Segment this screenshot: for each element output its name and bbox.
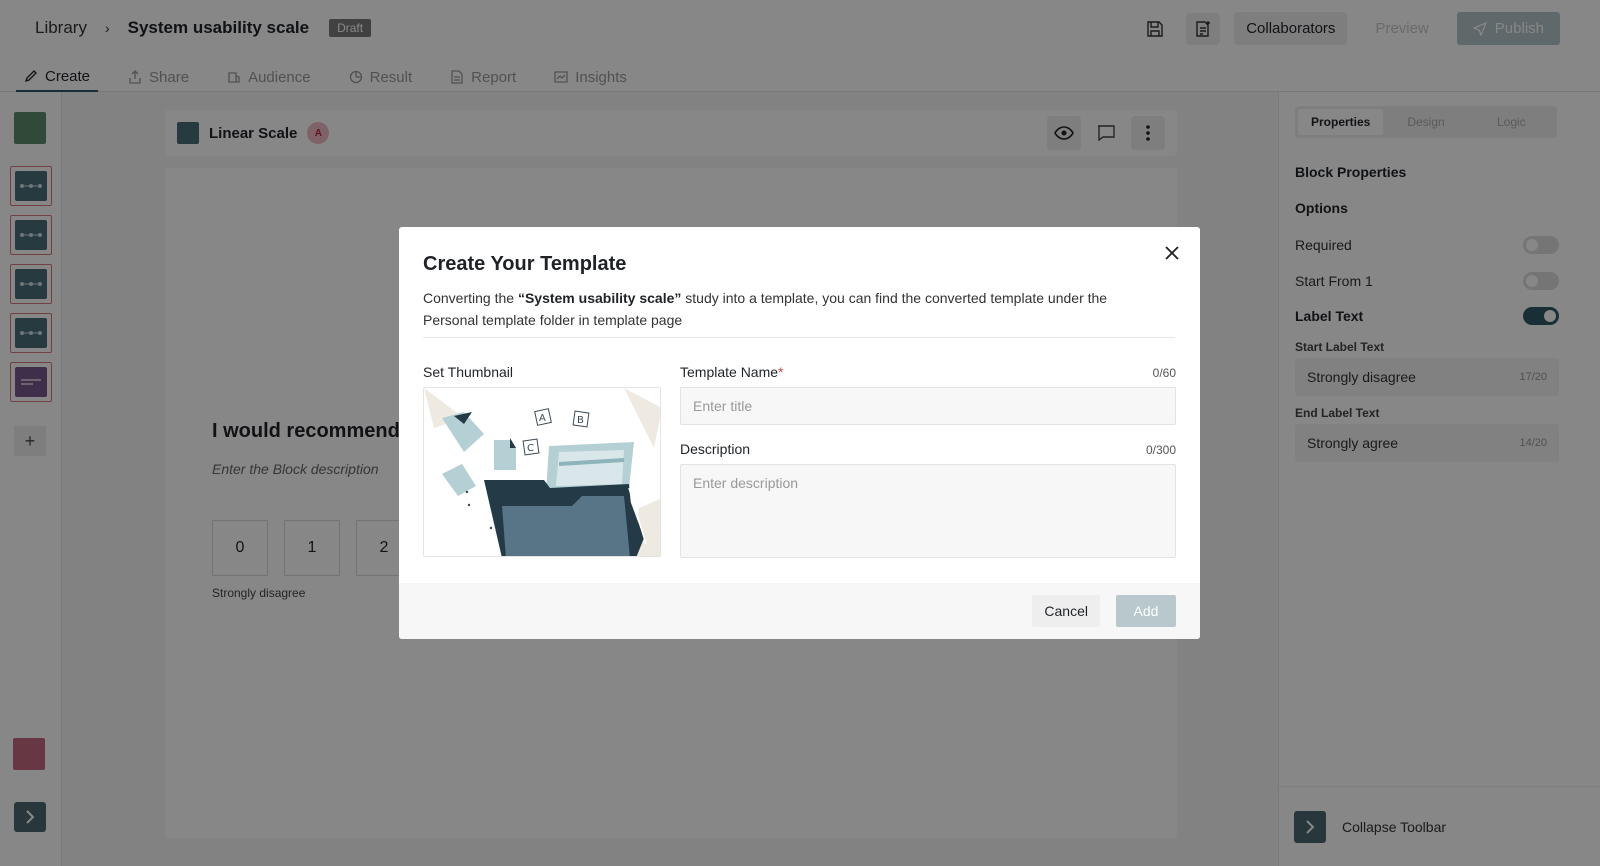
required-asterisk: * bbox=[778, 364, 784, 380]
add-button[interactable]: Add bbox=[1116, 595, 1176, 627]
template-name-count: 0/60 bbox=[1152, 366, 1176, 380]
dialog-title: Create Your Template bbox=[423, 253, 627, 275]
description-count: 0/300 bbox=[1145, 443, 1176, 457]
template-name-text: Template Name bbox=[680, 364, 779, 380]
template-name-label: Template Name* bbox=[680, 364, 784, 380]
close-icon bbox=[1165, 246, 1179, 260]
dialog-description: Converting the “System usability scale” … bbox=[423, 287, 1163, 331]
svg-text:A: A bbox=[539, 413, 546, 424]
template-name-input[interactable]: Enter title bbox=[680, 387, 1176, 425]
thumbnail-picker[interactable]: C A B bbox=[423, 387, 661, 557]
close-button[interactable] bbox=[1160, 241, 1184, 265]
thumbnail-label: Set Thumbnail bbox=[423, 364, 514, 380]
desc-study-name: “System usability scale” bbox=[517, 290, 682, 306]
template-name-placeholder: Enter title bbox=[693, 398, 753, 414]
divider bbox=[423, 337, 1175, 338]
folder-illustration: C A B bbox=[424, 388, 660, 556]
svg-text:B: B bbox=[577, 415, 584, 426]
svg-text:C: C bbox=[527, 443, 534, 454]
desc-prefix: Converting the bbox=[423, 290, 518, 306]
cancel-button[interactable]: Cancel bbox=[1032, 595, 1100, 627]
description-textarea[interactable]: Enter description bbox=[680, 464, 1176, 558]
create-template-dialog: Create Your Template Converting the “Sys… bbox=[399, 227, 1200, 639]
description-placeholder: Enter description bbox=[693, 475, 799, 491]
description-label: Description bbox=[680, 441, 751, 457]
dialog-footer: Cancel Add bbox=[399, 583, 1200, 639]
